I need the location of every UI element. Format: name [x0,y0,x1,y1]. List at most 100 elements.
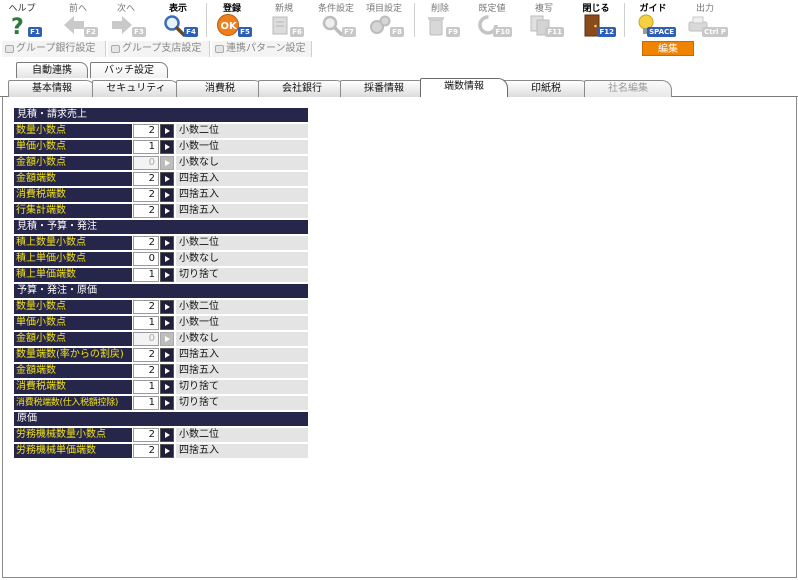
select-arrow-icon[interactable] [160,364,174,378]
toolbar-separator [414,3,415,37]
tab-basic-info[interactable]: 基本情報 [8,80,96,97]
tab-company-name-edit[interactable]: 社名編集 [584,80,672,97]
select-arrow-icon[interactable] [160,444,174,458]
item-setting-button[interactable]: 項目設定 F8 [362,0,406,40]
tab-consumption-tax[interactable]: 消費税 [176,80,264,97]
select-arrow-icon[interactable] [160,140,174,154]
group-branch-setting-button[interactable]: グループ支店設定 [108,41,210,57]
setting-value-field[interactable]: 2 [133,300,159,314]
setting-value-field[interactable]: 1 [133,316,159,330]
setting-value-field: 0 [133,332,159,346]
setting-value-field[interactable]: 2 [133,236,159,250]
setting-row: 消費税端数 2 四捨五入 [14,188,308,202]
tab-batch-setting[interactable]: バッチ設定 [90,62,168,78]
next-button[interactable]: 次へ F3 [104,0,148,40]
select-arrow-icon[interactable] [160,428,174,442]
setting-value-field[interactable]: 1 [133,268,159,282]
default-value-key: F10 [493,27,512,37]
setting-value-field[interactable]: 2 [133,124,159,138]
delete-key: F9 [446,27,460,37]
setting-row: 単価小数点 1 小数一位 [14,316,308,330]
select-arrow-icon[interactable] [160,348,174,362]
copy-button[interactable]: 複写 F11 [522,0,566,40]
setting-description: 四捨五入 [176,172,308,186]
setting-row: 積上数量小数点 2 小数二位 [14,236,308,250]
tab-security[interactable]: セキュリティ [92,80,180,97]
window-icon [215,45,224,53]
arrow-left-icon [64,16,84,34]
tab-company-bank[interactable]: 会社銀行 [258,80,346,97]
guide-key: SPACE [647,27,676,37]
section-header-budget-order-cost: 予算・発注・原価 [14,284,308,298]
select-arrow-icon[interactable] [160,300,174,314]
setting-row: 積上単価小数点 0 小数なし [14,252,308,266]
tab-fraction-info[interactable]: 端数情報 [420,78,508,98]
setting-value-field[interactable]: 1 [133,140,159,154]
setting-row: 労務機械単価端数 2 四捨五入 [14,444,308,458]
filter-search-icon [322,15,343,36]
setting-row: 金額小数点 0 小数なし [14,156,308,170]
register-key: F5 [238,27,252,37]
help-button[interactable]: ヘルプ ? F1 [0,0,44,40]
close-key: F12 [597,27,616,37]
setting-row: 数量端数(率からの割戻) 2 四捨五入 [14,348,308,362]
setting-description: 小数二位 [176,428,308,442]
setting-description: 切り捨て [176,396,308,410]
guide-button[interactable]: ガイド SPACE [628,0,678,40]
group-bank-setting-button[interactable]: グループ銀行設定 [2,41,106,57]
select-arrow-icon[interactable] [160,268,174,282]
setting-value-field[interactable]: 0 [133,252,159,266]
setting-value-field[interactable]: 2 [133,428,159,442]
select-arrow-icon[interactable] [160,396,174,410]
ok-icon: OK [217,14,239,36]
select-arrow-icon[interactable] [160,252,174,266]
setting-value-field[interactable]: 2 [133,348,159,362]
condition-setting-button[interactable]: 条件設定 F7 [314,0,358,40]
tab-numbering-info[interactable]: 採番情報 [340,80,428,97]
select-arrow-icon[interactable] [160,236,174,250]
select-arrow-icon[interactable] [160,204,174,218]
setting-description: 小数二位 [176,236,308,250]
main-tab-strip: 基本情報 セキュリティ 消費税 会社銀行 採番情報 印紙税 社名編集 端数情報 [0,78,798,98]
setting-label: 金額小数点 [14,156,132,170]
close-button[interactable]: 閉じる F12 [574,0,618,40]
setting-description: 小数なし [176,156,308,170]
default-value-button[interactable]: 既定値 F10 [470,0,514,40]
delete-button[interactable]: 削除 F9 [418,0,462,40]
setting-value-field[interactable]: 1 [133,396,159,410]
select-arrow-icon[interactable] [160,124,174,138]
search-icon [164,15,186,37]
view-button[interactable]: 表示 F4 [156,0,200,40]
setting-row: 消費税端数(仕入税額控除) 1 切り捨て [14,396,308,410]
tab-auto-link[interactable]: 自動連携 [16,62,88,78]
register-button[interactable]: 登録 OK F5 [210,0,254,40]
prev-button[interactable]: 前へ F2 [56,0,100,40]
link-pattern-setting-button[interactable]: 連携パターン設定 [212,41,312,57]
output-button[interactable]: 出力 Ctrl P [680,0,730,40]
setting-label: 数量小数点 [14,124,132,138]
settings-gears-icon [370,15,391,34]
setting-label: 行集計端数 [14,204,132,218]
setting-value-field[interactable]: 2 [133,188,159,202]
group-bank-setting-label: グループ銀行設定 [16,43,96,54]
select-arrow-icon[interactable] [160,188,174,202]
setting-row: 数量小数点 2 小数二位 [14,300,308,314]
setting-value-field[interactable]: 2 [133,444,159,458]
setting-value-field[interactable]: 2 [133,364,159,378]
tab-stamp-tax[interactable]: 印紙税 [502,80,590,97]
setting-description: 四捨五入 [176,204,308,218]
setting-value-field[interactable]: 1 [133,380,159,394]
setting-value-field[interactable]: 2 [133,172,159,186]
setting-row: 行集計端数 2 四捨五入 [14,204,308,218]
fraction-info-panel: 見積・請求売上 数量小数点 2 小数二位 単価小数点 1 小数一位 金額小数点 … [2,97,797,578]
select-arrow-icon[interactable] [160,380,174,394]
setting-label: 金額端数 [14,172,132,186]
select-arrow-icon [160,332,174,346]
upper-tab-strip: 自動連携 バッチ設定 [0,62,798,78]
new-button[interactable]: 新規 F6 [262,0,306,40]
setting-value-field[interactable]: 2 [133,204,159,218]
select-arrow-icon[interactable] [160,172,174,186]
select-arrow-icon[interactable] [160,316,174,330]
trash-icon [428,17,444,36]
setting-row: 単価小数点 1 小数一位 [14,140,308,154]
